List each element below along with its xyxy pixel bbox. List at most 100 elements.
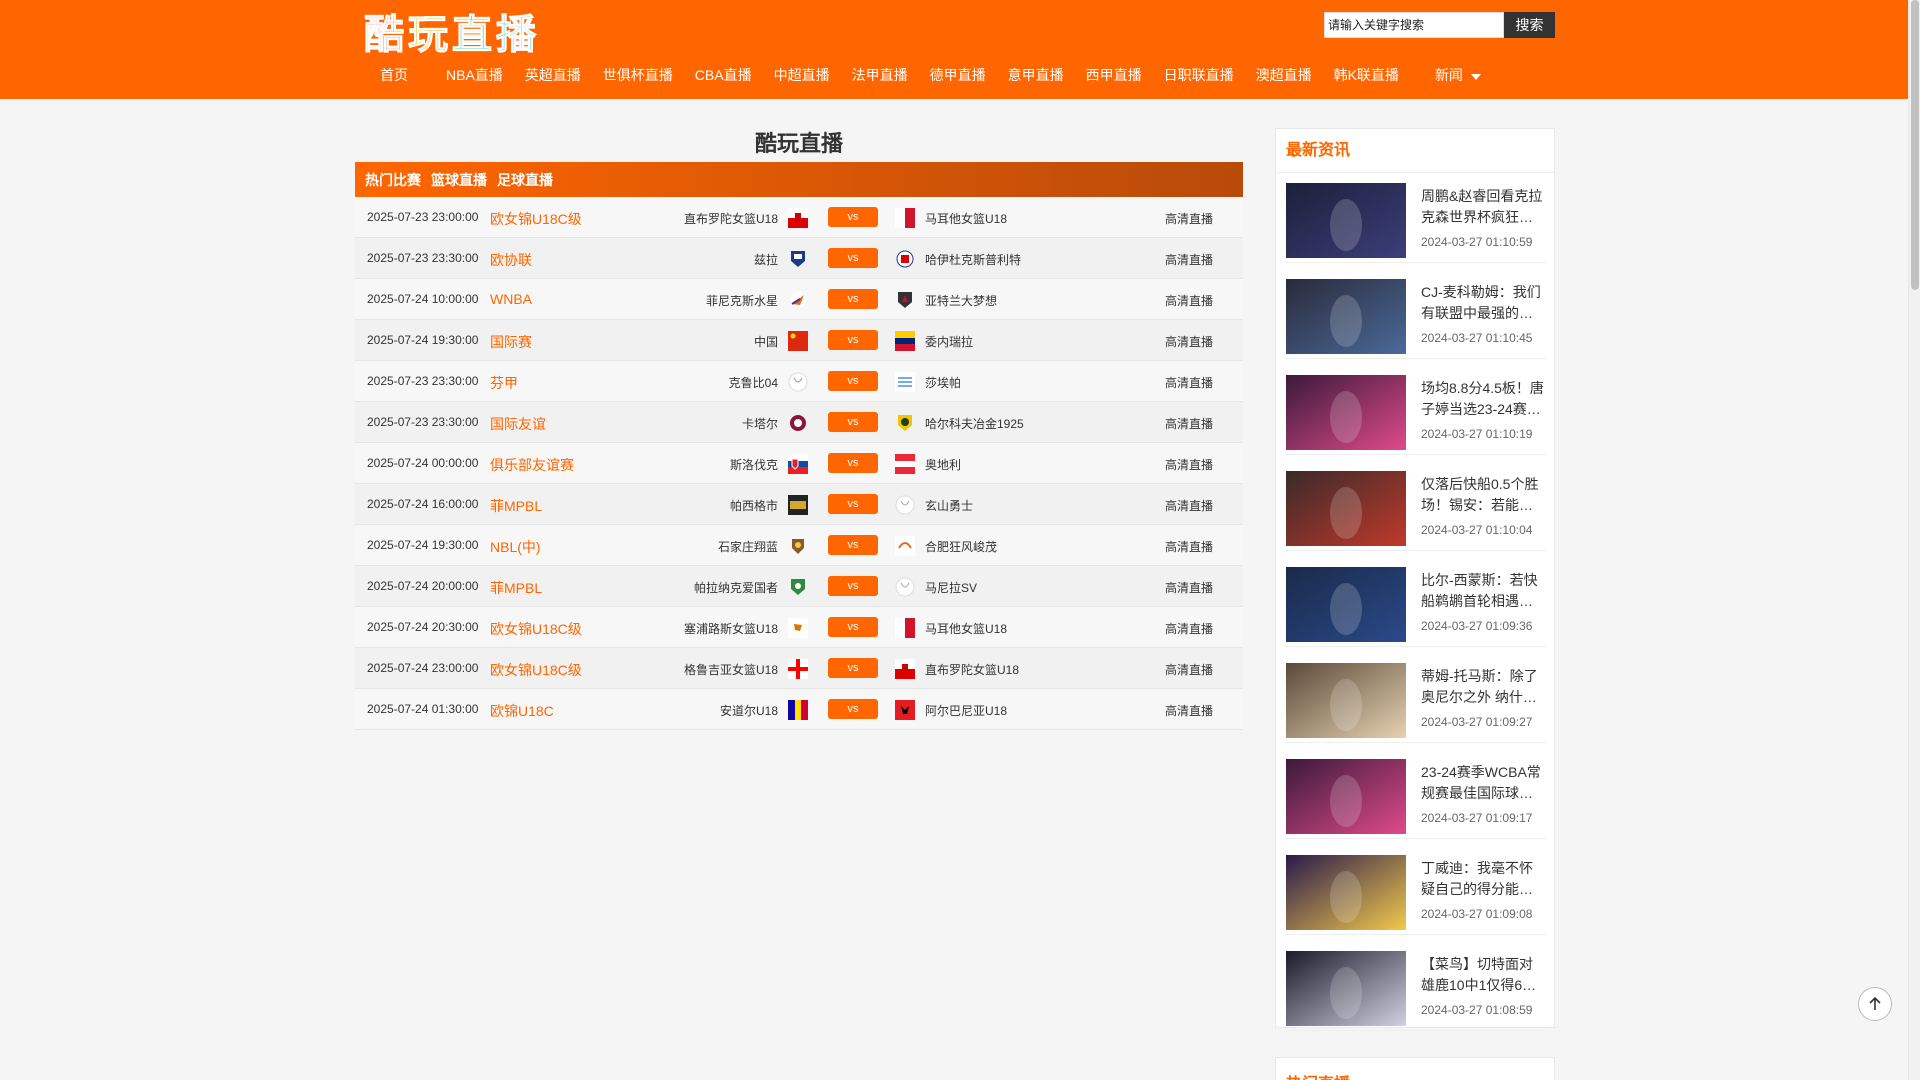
match-row[interactable]: 2025-07-24 01:30:00 欧锦U18C 安道尔U18 vs 阿尔巴…	[355, 689, 1243, 730]
vs-button[interactable]: vs	[828, 453, 878, 473]
vs-button[interactable]: vs	[828, 248, 878, 268]
match-league[interactable]: 欧锦U18C	[490, 701, 554, 721]
site-logo[interactable]: 酷 玩 直 播	[364, 10, 554, 57]
match-league[interactable]: 菲MPBL	[490, 578, 542, 598]
hd-live-link[interactable]: 高清直播	[1165, 251, 1213, 268]
vs-button[interactable]: vs	[828, 289, 878, 309]
nav-a-league[interactable]: 澳超直播	[1256, 65, 1312, 85]
news-title[interactable]: 场均8.8分4.5板！唐子婷当选23-24赛…	[1421, 378, 1546, 420]
news-item[interactable]: 蒂姆-托马斯：除了奥尼尔之外 纳什… 2024-03-27 01:09:27	[1286, 653, 1546, 743]
hd-live-link[interactable]: 高清直播	[1165, 292, 1213, 309]
tab-football[interactable]: 足球直播	[497, 170, 553, 190]
nav-bundesliga[interactable]: 德甲直播	[930, 65, 986, 85]
back-to-top-button[interactable]	[1858, 987, 1892, 1021]
vs-button[interactable]: vs	[828, 699, 878, 719]
hd-live-link[interactable]: 高清直播	[1165, 456, 1213, 473]
news-thumbnail[interactable]	[1286, 567, 1406, 642]
match-row[interactable]: 2025-07-23 23:00:00 欧女锦U18C级 直布罗陀女篮U18 v…	[355, 197, 1243, 238]
nav-news-dropdown[interactable]: 新闻	[1435, 65, 1481, 85]
match-league[interactable]: 欧女锦U18C级	[490, 660, 582, 680]
page-scrollbar[interactable]	[1908, 0, 1920, 1080]
match-row[interactable]: 2025-07-24 19:30:00 国际赛 中国 vs 委内瑞拉 高清直播	[355, 320, 1243, 361]
hd-live-link[interactable]: 高清直播	[1165, 579, 1213, 596]
nav-club-world-cup[interactable]: 世俱杯直播	[603, 65, 673, 85]
match-row[interactable]: 2025-07-24 19:30:00 NBL(中) 石家庄翔蓝 vs 合肥狂风…	[355, 525, 1243, 566]
match-row[interactable]: 2025-07-23 23:30:00 欧协联 兹拉 vs 哈伊杜克斯普利特 高…	[355, 238, 1243, 279]
match-league[interactable]: 俱乐部友谊赛	[490, 455, 574, 475]
hd-live-link[interactable]: 高清直播	[1165, 538, 1213, 555]
nav-home[interactable]: 首页	[380, 65, 408, 85]
search-input[interactable]	[1324, 12, 1504, 38]
match-row[interactable]: 2025-07-24 00:00:00 俱乐部友谊赛 斯洛伐克 vs 奥地利 高…	[355, 443, 1243, 484]
news-title[interactable]: 仅落后快船0.5个胜场！锡安：若能…	[1421, 474, 1546, 516]
nav-csl[interactable]: 中超直播	[774, 65, 830, 85]
vs-button[interactable]: vs	[828, 494, 878, 514]
news-title[interactable]: 蒂姆-托马斯：除了奥尼尔之外 纳什…	[1421, 666, 1546, 708]
match-league[interactable]: 国际赛	[490, 332, 532, 352]
match-league[interactable]: 欧协联	[490, 250, 532, 270]
hd-live-link[interactable]: 高清直播	[1165, 497, 1213, 514]
news-thumbnail[interactable]	[1286, 855, 1406, 930]
news-thumbnail[interactable]	[1286, 471, 1406, 546]
match-row[interactable]: 2025-07-23 23:30:00 芬甲 克鲁比04 vs 莎埃帕 高清直播	[355, 361, 1243, 402]
nav-serie-a[interactable]: 意甲直播	[1008, 65, 1064, 85]
hd-live-link[interactable]: 高清直播	[1165, 661, 1213, 678]
hd-live-link[interactable]: 高清直播	[1165, 415, 1213, 432]
news-item[interactable]: 比尔-西蒙斯：若快船鹈鹕首轮相遇… 2024-03-27 01:09:36	[1286, 557, 1546, 647]
vs-button[interactable]: vs	[828, 576, 878, 596]
news-item[interactable]: 丁威迪：我毫不怀疑自己的得分能… 2024-03-27 01:09:08	[1286, 845, 1546, 935]
match-row[interactable]: 2025-07-24 16:00:00 菲MPBL 帕西格市 vs 玄山勇士 高…	[355, 484, 1243, 525]
nav-ligue1[interactable]: 法甲直播	[852, 65, 908, 85]
match-league[interactable]: 芬甲	[490, 373, 518, 393]
vs-button[interactable]: vs	[828, 412, 878, 432]
news-item[interactable]: 周鹏&赵睿回看克拉克森世界杯疯狂… 2024-03-27 01:10:59	[1286, 173, 1546, 263]
nav-laliga[interactable]: 西甲直播	[1086, 65, 1142, 85]
nav-cba[interactable]: CBA直播	[695, 65, 752, 85]
news-thumbnail[interactable]	[1286, 663, 1406, 738]
vs-button[interactable]: vs	[828, 330, 878, 350]
scrollbar-thumb[interactable]	[1911, 0, 1919, 290]
news-title[interactable]: 丁威迪：我毫不怀疑自己的得分能…	[1421, 858, 1546, 900]
hd-live-link[interactable]: 高清直播	[1165, 333, 1213, 350]
match-league[interactable]: 欧女锦U18C级	[490, 209, 582, 229]
match-row[interactable]: 2025-07-23 23:30:00 国际友谊 卡塔尔 vs 哈尔科夫冶金19…	[355, 402, 1243, 443]
vs-button[interactable]: vs	[828, 207, 878, 227]
vs-button[interactable]: vs	[828, 535, 878, 555]
match-league[interactable]: 菲MPBL	[490, 496, 542, 516]
hd-live-link[interactable]: 高清直播	[1165, 620, 1213, 637]
search-button[interactable]: 搜索	[1504, 12, 1555, 38]
nav-epl[interactable]: 英超直播	[525, 65, 581, 85]
news-title[interactable]: 【菜鸟】切特面对雄鹿10中1仅得6…	[1421, 954, 1546, 996]
vs-button[interactable]: vs	[828, 658, 878, 678]
match-league[interactable]: 国际友谊	[490, 414, 546, 434]
hd-live-link[interactable]: 高清直播	[1165, 210, 1213, 227]
match-row[interactable]: 2025-07-24 20:30:00 欧女锦U18C级 塞浦路斯女篮U18 v…	[355, 607, 1243, 648]
match-league[interactable]: WNBA	[490, 291, 532, 307]
match-row[interactable]: 2025-07-24 23:00:00 欧女锦U18C级 格鲁吉亚女篮U18 v…	[355, 648, 1243, 689]
match-league[interactable]: 欧女锦U18C级	[490, 619, 582, 639]
nav-j-league[interactable]: 日职联直播	[1164, 65, 1234, 85]
news-title[interactable]: 23-24赛季WCBA常规赛最佳国际球…	[1421, 762, 1546, 804]
vs-button[interactable]: vs	[828, 617, 878, 637]
match-league[interactable]: NBL(中)	[490, 537, 541, 557]
news-thumbnail[interactable]	[1286, 951, 1406, 1026]
news-thumbnail[interactable]	[1286, 279, 1406, 354]
hd-live-link[interactable]: 高清直播	[1165, 374, 1213, 391]
news-item[interactable]: 23-24赛季WCBA常规赛最佳国际球… 2024-03-27 01:09:17	[1286, 749, 1546, 839]
news-title[interactable]: CJ-麦科勒姆：我们有联盟中最强的…	[1421, 282, 1546, 324]
news-item[interactable]: 【菜鸟】切特面对雄鹿10中1仅得6… 2024-03-27 01:08:59	[1286, 941, 1546, 1031]
nav-k-league[interactable]: 韩K联直播	[1334, 65, 1399, 85]
match-row[interactable]: 2025-07-24 20:00:00 菲MPBL 帕拉纳克爱国者 vs 马尼拉…	[355, 566, 1243, 607]
hd-live-link[interactable]: 高清直播	[1165, 702, 1213, 719]
news-thumbnail[interactable]	[1286, 759, 1406, 834]
news-thumbnail[interactable]	[1286, 375, 1406, 450]
news-item[interactable]: 场均8.8分4.5板！唐子婷当选23-24赛… 2024-03-27 01:10…	[1286, 365, 1546, 455]
news-thumbnail[interactable]	[1286, 183, 1406, 258]
news-title[interactable]: 比尔-西蒙斯：若快船鹈鹕首轮相遇…	[1421, 570, 1546, 612]
tab-basketball[interactable]: 篮球直播	[431, 170, 487, 190]
news-item[interactable]: CJ-麦科勒姆：我们有联盟中最强的… 2024-03-27 01:10:45	[1286, 269, 1546, 359]
vs-button[interactable]: vs	[828, 371, 878, 391]
nav-nba[interactable]: NBA直播	[446, 65, 503, 85]
tab-hot[interactable]: 热门比赛	[365, 170, 421, 190]
news-item[interactable]: 仅落后快船0.5个胜场！锡安：若能… 2024-03-27 01:10:04	[1286, 461, 1546, 551]
